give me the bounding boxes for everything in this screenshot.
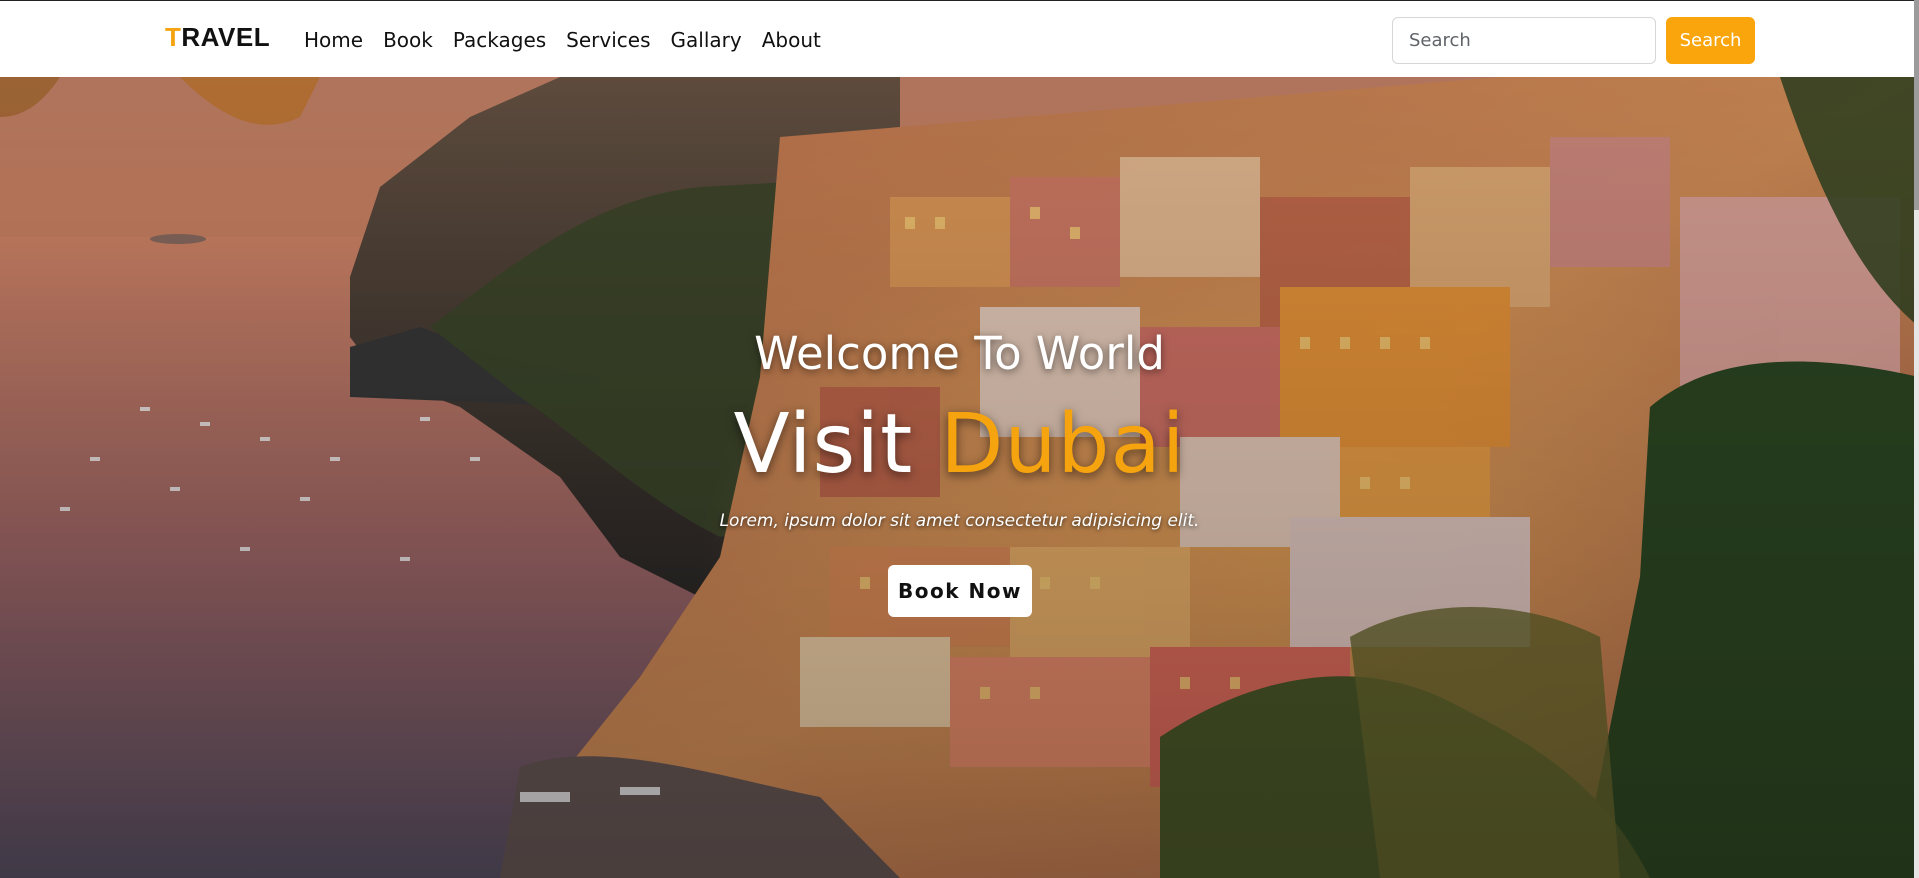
nav-link-gallary[interactable]: Gallary bbox=[671, 25, 742, 55]
brand-rest: RAVEL bbox=[181, 22, 271, 52]
nav-link-about[interactable]: About bbox=[762, 25, 821, 55]
top-navbar: TRAVEL Home Book Packages Services Galla… bbox=[0, 0, 1919, 77]
search-button[interactable]: Search bbox=[1666, 17, 1755, 64]
nav-link-home[interactable]: Home bbox=[304, 25, 363, 55]
hero-welcome-text: Welcome To World bbox=[754, 327, 1165, 380]
brand-logo[interactable]: TRAVEL bbox=[165, 22, 270, 52]
nav-link-packages[interactable]: Packages bbox=[453, 25, 546, 55]
brand-initial: T bbox=[165, 22, 182, 52]
nav-link-book[interactable]: Book bbox=[383, 25, 433, 55]
nav-link-services[interactable]: Services bbox=[566, 25, 650, 55]
book-now-button[interactable]: Book Now bbox=[888, 565, 1032, 617]
nav-links: Home Book Packages Services Gallary Abou… bbox=[304, 25, 841, 55]
search-input[interactable] bbox=[1392, 17, 1656, 64]
headline-plain: Visit bbox=[733, 397, 914, 492]
page: TRAVEL Home Book Packages Services Galla… bbox=[0, 0, 1919, 878]
scrollbar-thumb[interactable] bbox=[1914, 0, 1919, 210]
hero-content: Welcome To World Visit Dubai Lorem, ipsu… bbox=[0, 77, 1919, 878]
headline-accent: Dubai bbox=[940, 397, 1186, 492]
hero-headline: Visit Dubai bbox=[0, 397, 1919, 493]
page-scrollbar[interactable] bbox=[1914, 0, 1919, 878]
hero-section: Welcome To World Visit Dubai Lorem, ipsu… bbox=[0, 77, 1919, 878]
hero-tagline: Lorem, ipsum dolor sit amet consectetur … bbox=[719, 511, 1200, 531]
